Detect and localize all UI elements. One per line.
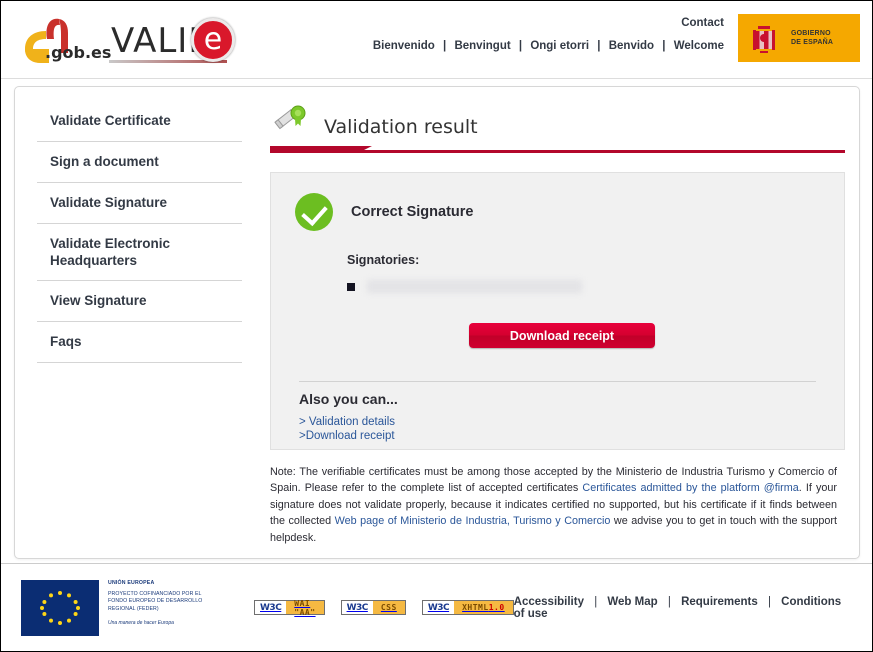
lang-welcome[interactable]: Welcome — [674, 40, 724, 52]
lang-bienvenido[interactable]: Bienvenido — [373, 40, 435, 52]
content-header: Validation result — [262, 101, 845, 145]
sidebar-item-faqs[interactable]: Faqs — [37, 322, 242, 364]
main-content: Validation result Correct Signature Sign… — [262, 101, 845, 546]
success-check-icon — [295, 193, 333, 231]
eu-badge-text: UNIÓN EUROPEA PROYECTO COFINANCIADO POR … — [108, 580, 216, 626]
sidebar-item-validate-signature[interactable]: Validate Signature — [37, 183, 242, 224]
lang-separator: | — [597, 40, 601, 52]
also-you-can-title: Also you can... — [299, 391, 398, 407]
footer-link-separator: | — [667, 595, 671, 608]
ministerio-webpage-link[interactable]: Web page of Ministerio de Industria, Tur… — [335, 515, 611, 527]
firma-platform-link[interactable]: Certificates admitted by the platform @f… — [582, 482, 798, 494]
main-frame: Validate Certificate Sign a document Val… — [14, 86, 860, 559]
w3c-mark-text: W3C — [255, 601, 287, 614]
sidebar-item-view-signature[interactable]: View Signature — [37, 281, 242, 323]
lang-separator: | — [443, 40, 447, 52]
footer-link-accessibility[interactable]: Accessibility — [514, 596, 584, 608]
accent-thick-segment — [270, 146, 360, 153]
lang-benvingut[interactable]: Benvingut — [454, 40, 510, 52]
eu-badge-line2: PROYECTO COFINANCIADO POR EL FONDO EUROP… — [108, 590, 203, 613]
validation-details-link[interactable]: > Validation details — [299, 416, 395, 430]
accent-thin-segment — [358, 150, 845, 153]
sidebar-item-validate-certificate[interactable]: Validate Certificate — [37, 103, 242, 142]
page-root: .gob.es VALID e Contact Bienvenido | Ben… — [0, 0, 873, 652]
signatory-name-redacted: redacted signatory name — [367, 280, 582, 293]
page-title: Validation result — [324, 115, 478, 138]
w3c-wai-aa-badge[interactable]: W3C WAI "AA" — [254, 599, 325, 617]
footer-link-separator: | — [767, 595, 771, 608]
contact-link[interactable]: Contact — [373, 17, 724, 29]
w3c-badges: W3C WAI "AA" W3C CSS W3C XHTML 1.0 — [254, 599, 514, 617]
footer-link-requirements[interactable]: Requirements — [681, 596, 758, 608]
title-accent-bar — [262, 146, 845, 155]
w3c-xhtml-badge[interactable]: W3C XHTML 1.0 — [421, 600, 514, 615]
eu-badge-line3: Una manera de hacer Europa — [108, 619, 174, 626]
gobes-logo[interactable]: .gob.es — [15, 11, 111, 67]
footer-links: Accessibility | Web Map | Requirements |… — [514, 596, 846, 620]
w3c-mark-text: W3C — [422, 601, 455, 614]
lang-separator: | — [518, 40, 523, 52]
sidebar-item-validate-electronic-headquarters[interactable]: Validate Electronic Headquarters — [37, 224, 242, 282]
w3c-xhtml-version: 1.0 — [488, 603, 505, 612]
european-union-flag-icon — [21, 579, 99, 636]
sidebar-nav: Validate Certificate Sign a document Val… — [37, 103, 242, 364]
footer-link-separator: | — [594, 595, 598, 608]
list-bullet-icon — [347, 282, 355, 291]
w3c-css-badge[interactable]: W3C CSS — [340, 600, 406, 615]
signatories-label: Signatories: — [347, 253, 420, 267]
also-you-can-links: > Validation details >Download receipt — [299, 416, 395, 443]
eu-feder-badge: UNIÓN EUROPEA PROYECTO COFINANCIADO POR … — [21, 579, 216, 636]
site-header: .gob.es VALID e Contact Bienvenido | Ben… — [1, 1, 872, 79]
validation-result-panel: Correct Signature Signatories: redacted … — [270, 172, 845, 450]
sidebar-item-sign-a-document[interactable]: Sign a document — [37, 142, 242, 183]
w3c-wai-label: WAI "AA" — [286, 599, 324, 617]
gobierno-de-espana-badge: GOBIERNO DE ESPAÑA — [738, 14, 860, 62]
legal-note: Note: The verifiable certificates must b… — [270, 464, 837, 546]
download-receipt-link[interactable]: >Download receipt — [299, 430, 395, 444]
download-receipt-button[interactable]: Download receipt — [469, 323, 655, 348]
result-status-row: Correct Signature — [271, 173, 844, 231]
w3c-xhtml-label-text: XHTML — [462, 603, 489, 612]
gobierno-badge-text: GOBIERNO DE ESPAÑA — [791, 29, 833, 48]
valide-logo-e: e — [191, 18, 235, 62]
panel-divider — [299, 381, 816, 382]
signature-seal-icon — [271, 103, 311, 139]
list-item: redacted signatory name — [347, 280, 844, 293]
gobierno-badge-line2: DE ESPAÑA — [791, 39, 834, 46]
language-selector: Bienvenido | Benvingut | Ongi etorri | B… — [373, 40, 724, 52]
site-footer: UNIÓN EUROPEA PROYECTO COFINANCIADO POR … — [1, 563, 872, 651]
w3c-mark-text: W3C — [341, 601, 373, 614]
header-nav: Contact Bienvenido | Benvingut | Ongi et… — [373, 17, 724, 52]
lang-benvido[interactable]: Benvido — [609, 40, 654, 52]
w3c-css-label: CSS — [372, 601, 405, 614]
eu-badge-line1: UNIÓN EUROPEA — [108, 579, 155, 586]
lang-ongi-etorri[interactable]: Ongi etorri — [530, 40, 589, 52]
spain-coat-of-arms-icon — [744, 18, 784, 58]
footer-link-web-map[interactable]: Web Map — [607, 596, 657, 608]
valide-logo[interactable]: VALID e — [107, 13, 239, 67]
result-status-text: Correct Signature — [351, 204, 474, 220]
lang-separator: | — [662, 40, 666, 52]
gobes-logo-text: .gob.es — [45, 43, 112, 62]
w3c-xhtml-label: XHTML 1.0 — [454, 601, 513, 614]
gobierno-badge-line1: GOBIERNO — [791, 29, 831, 37]
